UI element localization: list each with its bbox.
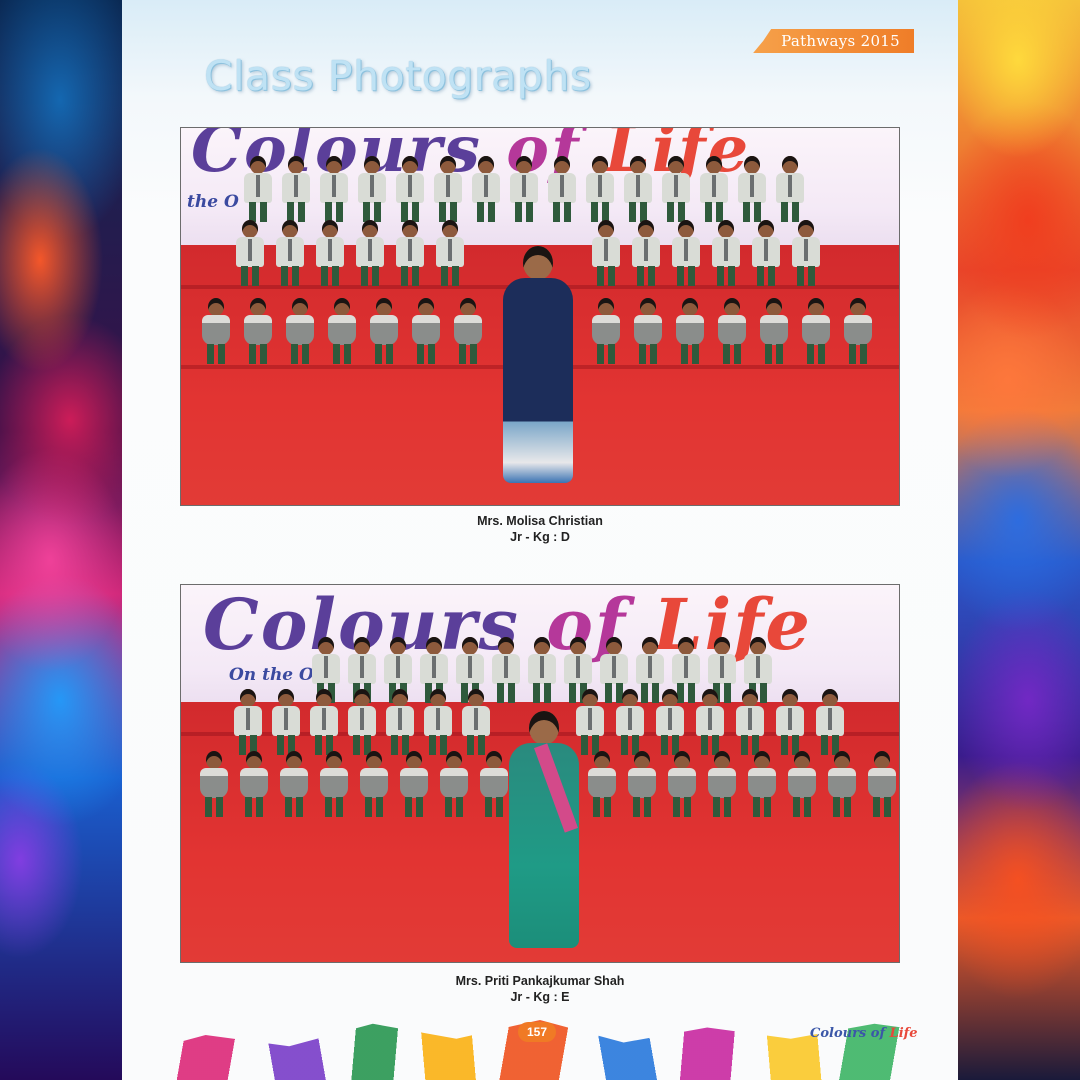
- banner-subtitle: On the O: [229, 665, 314, 685]
- class-photo-jr-kg-d: Colours of Life the O: [180, 127, 900, 506]
- student-figure: [525, 637, 559, 703]
- student-figure: [545, 156, 579, 222]
- student-figure: [659, 156, 693, 222]
- class-photo-jr-kg-e: Colours of Life On the O: [180, 584, 900, 963]
- student-figure: [757, 298, 791, 364]
- student-figure: [789, 220, 823, 286]
- student-figure: [431, 156, 465, 222]
- magazine-page: Pathways 2015 Class Photographs Colours …: [122, 0, 958, 1080]
- page-title: Class Photographs: [204, 52, 592, 100]
- student-figure: [589, 220, 623, 286]
- student-figure: [709, 220, 743, 286]
- student-figure: [317, 156, 351, 222]
- student-figure: [799, 298, 833, 364]
- decorative-paint-left: [0, 0, 122, 1080]
- student-figure: [199, 298, 233, 364]
- student-figure: [273, 220, 307, 286]
- student-figure: [421, 689, 455, 755]
- student-figure: [733, 689, 767, 755]
- student-figure: [397, 751, 431, 817]
- class-name: Jr - Kg : E: [510, 990, 570, 1004]
- student-figure: [589, 298, 623, 364]
- student-figure: [269, 689, 303, 755]
- student-figure: [317, 751, 351, 817]
- student-figure: [409, 298, 443, 364]
- student-figure: [583, 156, 617, 222]
- student-figure: [393, 156, 427, 222]
- student-figure: [325, 298, 359, 364]
- student-figure: [697, 156, 731, 222]
- student-figure: [355, 156, 389, 222]
- student-figure: [693, 689, 727, 755]
- student-figure: [865, 751, 899, 817]
- student-figure: [813, 689, 847, 755]
- student-figure: [613, 689, 647, 755]
- decorative-paint-right: [958, 0, 1080, 1080]
- student-figure: [197, 751, 231, 817]
- student-figure: [241, 156, 275, 222]
- student-figure: [451, 298, 485, 364]
- student-figure: [825, 751, 859, 817]
- class-name: Jr - Kg : D: [510, 530, 570, 544]
- student-figure: [433, 220, 467, 286]
- decorative-paint-strip: [122, 1020, 958, 1080]
- student-figure: [437, 751, 471, 817]
- student-figure: [665, 751, 699, 817]
- student-figure: [353, 220, 387, 286]
- student-figure: [307, 689, 341, 755]
- teacher-name: Mrs. Priti Pankajkumar Shah: [455, 974, 625, 988]
- footer-logo: Colours of Life: [810, 1026, 918, 1041]
- student-figure: [625, 751, 659, 817]
- student-figure: [345, 689, 379, 755]
- teacher-name: Mrs. Molisa Christian: [477, 514, 603, 528]
- student-figure: [785, 751, 819, 817]
- student-figure: [283, 298, 317, 364]
- teacher-figure: [499, 246, 577, 486]
- student-figure: [313, 220, 347, 286]
- student-figure: [715, 298, 749, 364]
- student-figure: [841, 298, 875, 364]
- student-figure: [393, 220, 427, 286]
- student-figure: [585, 751, 619, 817]
- student-figure: [277, 751, 311, 817]
- student-figure: [773, 689, 807, 755]
- photo-caption-1: Mrs. Molisa Christian Jr - Kg : D: [122, 513, 958, 545]
- student-figure: [673, 298, 707, 364]
- banner-subtitle: the O: [187, 192, 239, 212]
- student-figure: [507, 156, 541, 222]
- publication-tab: Pathways 2015: [753, 29, 914, 53]
- student-figure: [383, 689, 417, 755]
- student-figure: [705, 751, 739, 817]
- teacher-figure: [505, 711, 583, 951]
- student-figure: [279, 156, 313, 222]
- student-figure: [745, 751, 779, 817]
- student-figure: [621, 156, 655, 222]
- student-figure: [237, 751, 271, 817]
- student-figure: [735, 156, 769, 222]
- student-figure: [773, 156, 807, 222]
- student-figure: [231, 689, 265, 755]
- photo-caption-2: Mrs. Priti Pankajkumar Shah Jr - Kg : E: [122, 973, 958, 1005]
- student-figure: [669, 220, 703, 286]
- student-figure: [629, 220, 663, 286]
- student-figure: [241, 298, 275, 364]
- student-figure: [749, 220, 783, 286]
- student-figure: [653, 689, 687, 755]
- student-figure: [631, 298, 665, 364]
- student-figure: [367, 298, 401, 364]
- student-figure: [233, 220, 267, 286]
- page-number: 157: [518, 1022, 556, 1042]
- student-figure: [469, 156, 503, 222]
- student-figure: [357, 751, 391, 817]
- student-figure: [459, 689, 493, 755]
- student-figure: [489, 637, 523, 703]
